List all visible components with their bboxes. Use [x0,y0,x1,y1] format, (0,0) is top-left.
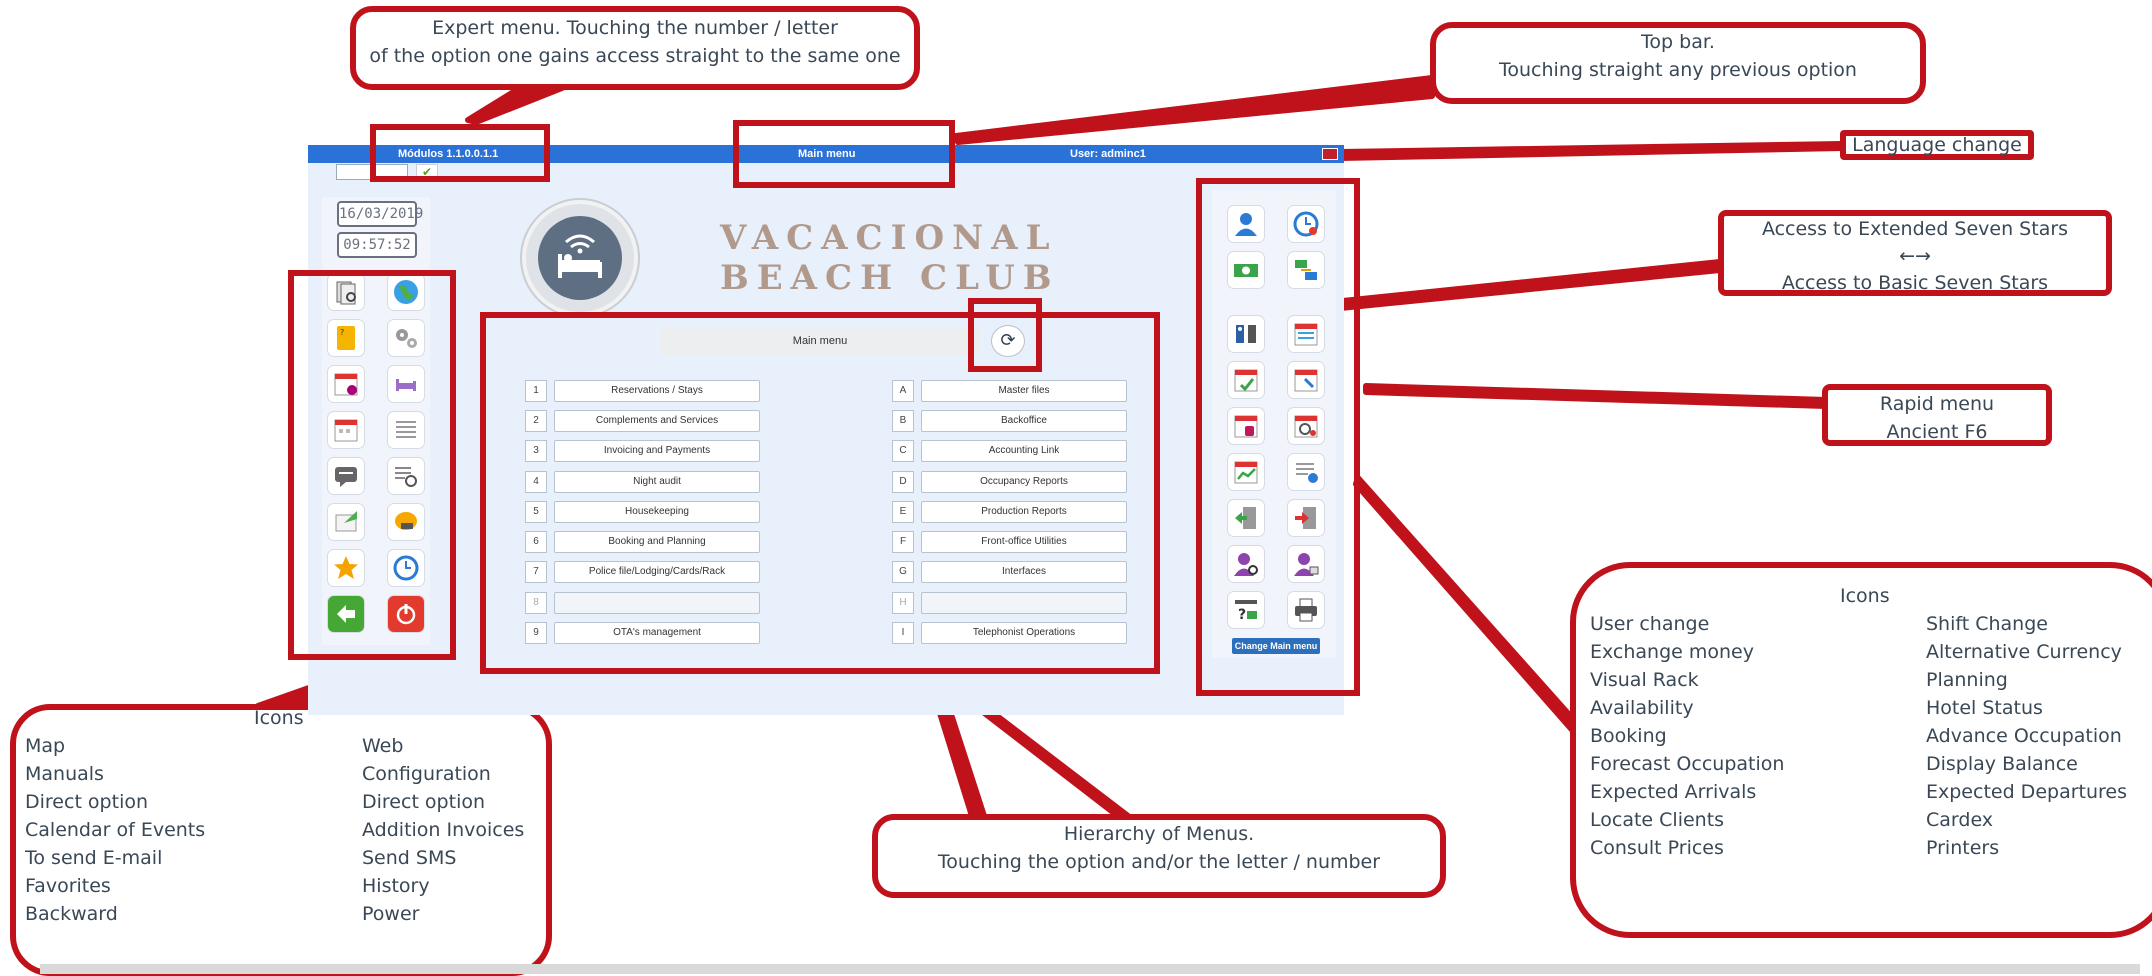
legend-item: Visual Rack [1590,669,1699,691]
legend-item: Printers [1926,837,2000,859]
legend-item: Availability [1590,697,1694,719]
expert-menu-callout-line1: Expert menu. Touching the number / lette… [432,17,838,39]
legend-item: Direct option [25,791,149,813]
legend-item: Backward [25,903,118,925]
legend-item: Web [362,735,404,757]
legend-item: Planning [1926,669,2008,691]
legend-item: Favorites [25,875,111,897]
user-label: User: adminc1 [1070,148,1146,160]
language-change-callout: Language change [1840,130,2034,160]
extended-access-line1: Access to Extended Seven Stars [1761,218,2069,240]
legend-item: Hotel Status [1926,697,2043,719]
top-bar-callout-line1: Top bar. [1641,31,1715,53]
rapid-menu-line1: Rapid menu [1879,393,1995,415]
legend-item: Forecast Occupation [1590,753,1785,775]
legend-item: Manuals [25,763,104,785]
legend-item: Shift Change [1926,613,2048,635]
expert-menu-callout-line2: of the option one gains access straight … [369,45,901,67]
legend-item: Send SMS [362,847,457,869]
left-legend-col1: Map Manuals Direct option Calendar of Ev… [25,732,205,928]
legend-item: Expected Arrivals [1590,781,1757,803]
extended-access-callout: Access to Extended Seven Stars ←→ Access… [1718,210,2112,296]
time-display: 09:57:52 [337,232,417,258]
right-legend-col2: Shift Change Alternative Currency Planni… [1926,610,2127,862]
hotel-logo [522,200,638,316]
legend-item: Locate Clients [1590,809,1725,831]
legend-item: Alternative Currency [1926,641,2122,663]
legend-item: Exchange money [1590,641,1754,663]
legend-item: Display Balance [1926,753,2078,775]
bottom-rule [40,964,2140,974]
highlight-top-bar [733,120,955,188]
rapid-menu-callout: Rapid menu Ancient F6 [1822,384,2052,446]
extended-access-line2: Access to Basic Seven Stars [1781,272,2049,294]
top-bar-callout-line2: Touching straight any previous option [1499,59,1857,81]
date-display: 16/03/2019 [337,201,423,227]
legend-item: Configuration [362,763,491,785]
hierarchy-line2: Touching the option and/or the letter / … [937,851,1381,873]
left-legend-title: Icons [254,707,304,729]
legend-item: To send E-mail [25,847,163,869]
language-change-callout-text: Language change [1852,134,2022,156]
expert-menu-callout: Expert menu. Touching the number / lette… [350,6,920,90]
legend-item: Direct option [362,791,486,813]
hierarchy-line1: Hierarchy of Menus. [1063,823,1255,845]
legend-item: Cardex [1926,809,1994,831]
legend-item: Expected Departures [1926,781,2127,803]
legend-item: Map [25,735,66,757]
legend-item: Consult Prices [1590,837,1724,859]
legend-item: History [362,875,430,897]
highlight-main-menu [480,312,1160,674]
hierarchy-callout: Hierarchy of Menus. Touching the option … [872,814,1446,898]
rapid-menu-line2: Ancient F6 [1886,421,1988,443]
highlight-left-icons [288,270,456,660]
legend-item: User change [1590,613,1710,635]
legend-item: Advance Occupation [1926,725,2122,747]
top-bar-callout: Top bar. Touching straight any previous … [1430,22,1926,104]
legend-item: Booking [1590,725,1667,747]
highlight-expert-menu [370,124,550,182]
right-legend-col1: User change Exchange money Visual Rack A… [1590,610,1784,862]
extended-access-arrows: ←→ [1899,245,1931,267]
left-legend-col2: Web Configuration Direct option Addition… [362,732,524,928]
highlight-refresh [968,298,1042,372]
legend-item: Calendar of Events [25,819,206,841]
right-legend-title: Icons [1840,585,1890,607]
hotel-brand-name: VACACIONAL BEACH CLUB [720,218,1060,298]
language-flag-icon[interactable] [1322,148,1338,160]
legend-item: Power [362,903,420,925]
legend-item: Addition Invoices [362,819,525,841]
highlight-rapid-menu [1196,178,1360,696]
